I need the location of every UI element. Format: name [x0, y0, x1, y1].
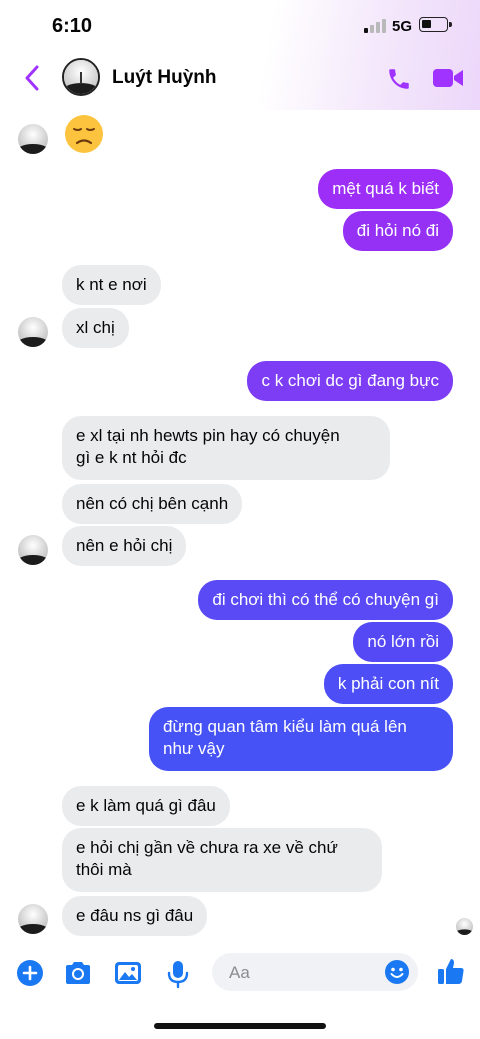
sender-avatar[interactable]	[18, 124, 48, 154]
message-bubble-outgoing[interactable]: đừng quan tâm kiểu làm quá lên như vậy	[149, 707, 453, 771]
status-time: 6:10	[52, 15, 93, 37]
image-icon	[115, 962, 141, 984]
message-composer: Aa	[0, 948, 480, 998]
sad-emoji-icon	[65, 115, 103, 153]
message-line: như vậy	[163, 739, 225, 758]
emoji-icon[interactable]	[384, 959, 410, 985]
plus-icon	[17, 960, 43, 986]
message-input-placeholder: Aa	[229, 963, 250, 982]
chat-header: Luýt Huỳnh	[0, 52, 480, 104]
video-call-button[interactable]	[432, 66, 464, 92]
message-bubble-outgoing[interactable]: k phải con nít	[323, 664, 453, 704]
camera-button[interactable]	[63, 959, 91, 987]
message-bubble-incoming[interactable]: e k làm quá gì đâu	[62, 786, 230, 826]
battery-icon	[419, 17, 452, 32]
camera-icon	[66, 962, 90, 984]
network-label: 5G	[392, 18, 413, 35]
signal-icon	[364, 19, 386, 33]
message-bubble-outgoing[interactable]: c k chơi dc gì đang bực	[247, 361, 453, 401]
message-line: đừng quan tâm kiểu làm quá lên	[163, 717, 407, 736]
message-bubble-incoming[interactable]: k nt e nơi	[62, 265, 161, 305]
back-chevron-icon	[25, 65, 39, 91]
back-button[interactable]	[18, 64, 46, 92]
message-bubble-incoming[interactable]: nên có chị bên cạnh	[62, 484, 243, 524]
seen-receipt-avatar	[456, 918, 473, 935]
phone-icon	[389, 69, 409, 89]
add-button[interactable]	[16, 959, 44, 987]
message-bubble-incoming[interactable]: e đâu ns gì đâu	[62, 896, 208, 936]
sender-avatar[interactable]	[18, 904, 48, 934]
message-input[interactable]: Aa	[212, 953, 418, 991]
home-indicator[interactable]	[154, 1023, 326, 1029]
microphone-icon	[167, 961, 189, 989]
gallery-button[interactable]	[113, 959, 141, 987]
status-bar: 6:10 5G	[0, 0, 480, 52]
message-line: e xl tại nh hewts pin hay có chuyện	[76, 426, 340, 445]
sender-avatar[interactable]	[18, 535, 48, 565]
voice-call-button[interactable]	[386, 66, 412, 92]
video-icon	[433, 69, 463, 87]
message-bubble-outgoing[interactable]: đi hỏi nó đi	[342, 211, 453, 251]
thumbs-up-icon	[438, 959, 464, 984]
message-bubble-outgoing[interactable]: nó lớn rồi	[353, 622, 453, 662]
message-bubble-incoming[interactable]: xl chị	[62, 308, 129, 348]
message-bubble-incoming[interactable]: e hỏi chị gần về chưa ra xe về chứ thôi …	[62, 828, 382, 892]
contact-name[interactable]: Luýt Huỳnh	[112, 67, 217, 89]
message-bubble-incoming[interactable]: nên e hỏi chị	[62, 526, 187, 566]
message-bubble-outgoing[interactable]: đi chơi thì có thể có chuyện gì	[198, 580, 453, 620]
message-line: e hỏi chị gần về chưa ra xe về chứ	[76, 838, 338, 857]
message-line: gì e k nt hỏi đc	[76, 448, 187, 467]
message-bubble-outgoing[interactable]: mệt quá k biết	[318, 169, 453, 209]
sender-avatar[interactable]	[18, 317, 48, 347]
like-button[interactable]	[436, 956, 464, 984]
message-line: thôi mà	[76, 860, 132, 879]
contact-avatar[interactable]	[62, 58, 100, 96]
voice-message-button[interactable]	[164, 959, 192, 989]
message-bubble-incoming[interactable]: e xl tại nh hewts pin hay có chuyện gì e…	[62, 416, 390, 480]
